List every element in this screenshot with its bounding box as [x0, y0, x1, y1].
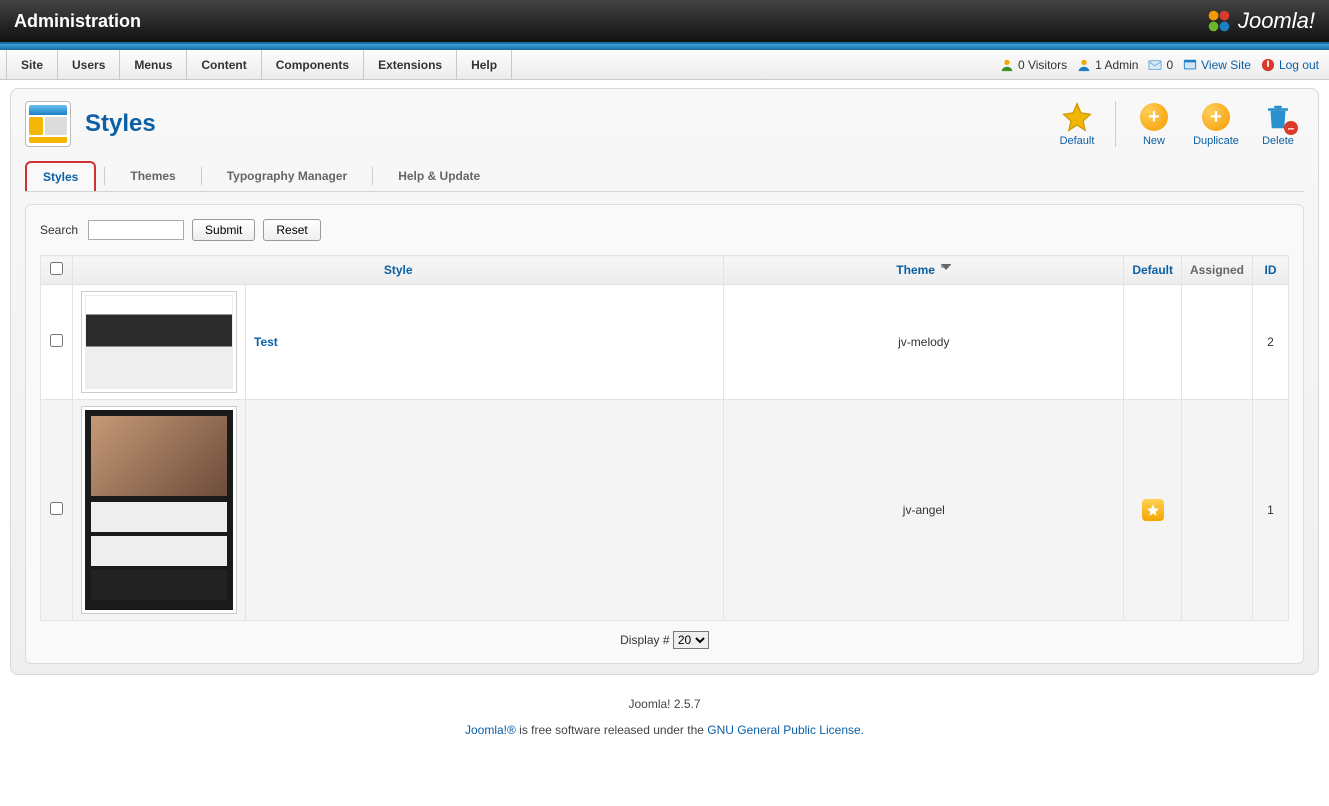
duplicate-icon: + — [1202, 103, 1230, 131]
tab-help-update[interactable]: Help & Update — [381, 161, 497, 191]
col-head-theme[interactable]: Theme — [724, 256, 1124, 285]
remove-badge-icon: – — [1284, 121, 1298, 135]
main-panel: Styles Default + New + Duplicate — [10, 88, 1319, 675]
star-icon — [1061, 101, 1093, 133]
col-head-assigned: Assigned — [1181, 256, 1252, 285]
mail-icon — [1148, 58, 1162, 72]
filter-row: Search Submit Reset — [40, 219, 1289, 241]
menu-menus[interactable]: Menus — [120, 50, 187, 79]
theme-cell: jv-melody — [724, 285, 1124, 400]
assigned-cell — [1181, 400, 1252, 621]
style-thumbnail[interactable] — [73, 400, 246, 621]
table-row: Test jv-melody 2 — [41, 285, 1289, 400]
style-link[interactable]: Test — [254, 335, 278, 349]
default-cell — [1124, 285, 1182, 400]
tab-typography[interactable]: Typography Manager — [210, 161, 364, 191]
status-logout[interactable]: Log out — [1261, 58, 1319, 72]
brand: Joomla! — [1206, 8, 1315, 34]
status-messages[interactable]: 0 — [1148, 58, 1173, 72]
menu-extensions[interactable]: Extensions — [364, 50, 457, 79]
menubar: Site Users Menus Content Components Exte… — [0, 50, 1329, 80]
menu-help[interactable]: Help — [457, 50, 512, 79]
id-cell: 2 — [1253, 285, 1289, 400]
joomla-logo-icon — [1206, 8, 1232, 34]
footer: Joomla! 2.5.7 Joomla!® is free software … — [0, 683, 1329, 757]
titlebar: Styles Default + New + Duplicate — [25, 101, 1304, 147]
visitor-icon — [1000, 58, 1014, 72]
toolbar-default[interactable]: Default — [1051, 101, 1103, 147]
menu-users[interactable]: Users — [58, 50, 120, 79]
submit-button[interactable]: Submit — [192, 219, 255, 241]
col-head-style[interactable]: Style — [73, 256, 724, 285]
toolbar-delete[interactable]: – Delete — [1252, 101, 1304, 147]
menu-components[interactable]: Components — [262, 50, 364, 79]
search-label: Search — [40, 223, 78, 237]
default-star-icon — [1142, 499, 1164, 521]
toolbar-duplicate[interactable]: + Duplicate — [1190, 101, 1242, 147]
menu-content[interactable]: Content — [187, 50, 261, 79]
assigned-cell — [1181, 285, 1252, 400]
row-checkbox[interactable] — [50, 502, 63, 515]
admin-title: Administration — [14, 11, 141, 32]
menu-site[interactable]: Site — [6, 50, 58, 79]
tab-themes[interactable]: Themes — [113, 161, 192, 191]
style-thumbnail[interactable] — [73, 285, 246, 400]
admin-icon — [1077, 58, 1091, 72]
list-panel: Search Submit Reset Style Theme Default — [25, 204, 1304, 664]
viewsite-icon — [1183, 58, 1197, 72]
row-checkbox[interactable] — [50, 334, 63, 347]
status-view-site[interactable]: View Site — [1183, 58, 1251, 72]
id-cell: 1 — [1253, 400, 1289, 621]
col-head-checkall — [41, 256, 73, 285]
tabs: Styles Themes Typography Manager Help & … — [25, 161, 1304, 192]
status-visitors[interactable]: 0 Visitors — [1000, 58, 1067, 72]
status-admin[interactable]: 1 Admin — [1077, 58, 1138, 72]
footer-version: Joomla! 2.5.7 — [0, 697, 1329, 711]
top-menus: Site Users Menus Content Components Exte… — [0, 50, 512, 79]
table-row: jv-angel 1 — [41, 400, 1289, 621]
check-all[interactable] — [50, 262, 63, 275]
pagination-row: Display # 20 — [40, 621, 1289, 649]
display-label: Display # — [620, 633, 669, 647]
plus-icon: + — [1140, 103, 1168, 131]
admin-topbar: Administration Joomla! — [0, 0, 1329, 44]
col-head-id[interactable]: ID — [1253, 256, 1289, 285]
col-head-default[interactable]: Default — [1124, 256, 1182, 285]
footer-gpl-link[interactable]: GNU General Public License. — [707, 723, 864, 737]
sort-desc-icon — [941, 263, 951, 277]
toolbar: Default + New + Duplicate – Delete — [1051, 101, 1304, 147]
tab-styles[interactable]: Styles — [25, 161, 96, 191]
footer-joomla-link[interactable]: Joomla!® — [465, 723, 516, 737]
page-title: Styles — [85, 110, 156, 138]
search-input[interactable] — [88, 220, 184, 240]
default-cell — [1124, 400, 1182, 621]
theme-cell: jv-angel — [724, 400, 1124, 621]
logout-icon — [1261, 58, 1275, 72]
display-select[interactable]: 20 — [673, 631, 709, 649]
status-area: 0 Visitors 1 Admin 0 View Site Log out — [1000, 50, 1329, 79]
toolbar-new[interactable]: + New — [1128, 101, 1180, 147]
styles-table: Style Theme Default Assigned ID — [40, 255, 1289, 621]
page-icon — [25, 101, 71, 147]
reset-button[interactable]: Reset — [263, 219, 320, 241]
